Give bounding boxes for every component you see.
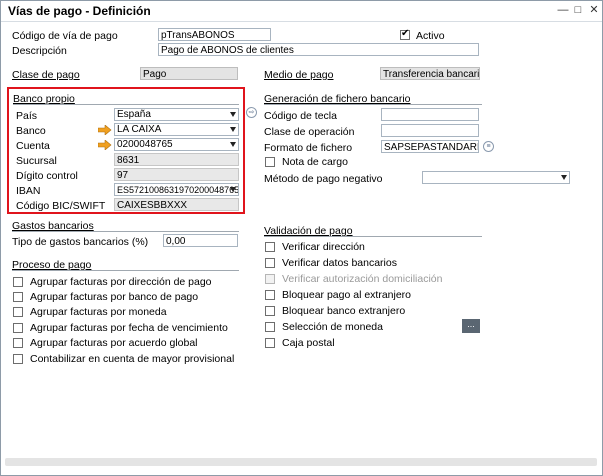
clase-pago-field: Pago	[140, 67, 238, 80]
tecla-field[interactable]	[381, 108, 479, 121]
chevron-down-icon	[561, 175, 567, 180]
validacion-checkbox[interactable]	[265, 306, 275, 316]
horizontal-scrollbar[interactable]	[5, 458, 597, 466]
nota-cargo-label: Nota de cargo	[282, 156, 348, 168]
tipo-gastos-label: Tipo de gastos bancarios (%)	[12, 236, 149, 248]
tecla-label: Código de tecla	[264, 110, 337, 122]
proceso-item-label: Agrupar facturas por acuerdo global	[30, 337, 198, 349]
formato-label: Formato de fichero	[264, 142, 353, 154]
descripcion-label: Descripción	[12, 45, 67, 57]
validacion-checkbox[interactable]	[265, 258, 275, 268]
codigo-label: Código de vía de pago	[12, 30, 118, 42]
maximize-icon[interactable]: □	[571, 3, 585, 17]
gastos-divider	[12, 231, 239, 232]
proceso-item-label: Contabilizar en cuenta de mayor provisio…	[30, 353, 235, 365]
proceso-checkbox[interactable]	[13, 292, 23, 302]
tipo-gastos-field[interactable]: 0,00	[163, 234, 238, 247]
proceso-checkbox[interactable]	[13, 323, 23, 333]
codigo-field[interactable]: pTransABONOS	[158, 28, 271, 41]
validacion-item-label: Verificar dirección	[282, 241, 365, 253]
list-icon[interactable]: ≡	[483, 141, 494, 152]
title-bar: Vías de pago - Definición — □ ✕	[1, 1, 602, 22]
negativo-label: Método de pago negativo	[264, 173, 383, 185]
close-icon[interactable]: ✕	[587, 3, 601, 17]
proceso-item-label: Agrupar facturas por moneda	[30, 306, 167, 318]
proceso-checkbox[interactable]	[13, 277, 23, 287]
medio-pago-field: Transferencia bancaria	[380, 67, 480, 80]
validacion-divider	[264, 236, 482, 237]
proceso-checkbox[interactable]	[13, 354, 23, 364]
moneda-select-button[interactable]: ...	[462, 319, 480, 333]
validacion-item-label: Selección de moneda	[282, 321, 383, 333]
payment-method-window: Vías de pago - Definición — □ ✕ Código d…	[0, 0, 603, 476]
validacion-checkbox[interactable]	[265, 242, 275, 252]
activo-checkbox[interactable]: ✔	[400, 28, 410, 40]
validacion-item-label: Verificar autorización domiciliación	[282, 273, 443, 285]
check-icon: ✔	[401, 28, 410, 39]
formato-field[interactable]: SAPSEPASTANDARD	[381, 140, 479, 153]
medio-pago-label: Medio de pago	[264, 69, 334, 81]
link-arrow-icon[interactable]: ⇨	[246, 107, 257, 118]
validacion-checkbox[interactable]	[265, 338, 275, 348]
proceso-item-label: Agrupar facturas por banco de pago	[30, 291, 199, 303]
validacion-item-label: Verificar datos bancarios	[282, 257, 397, 269]
descripcion-field[interactable]: Pago de ABONOS de clientes	[158, 43, 479, 56]
window-title: Vías de pago - Definición	[8, 4, 151, 18]
fichero-divider	[264, 104, 482, 105]
minimize-icon[interactable]: —	[556, 3, 570, 17]
validacion-checkbox[interactable]	[265, 322, 275, 332]
proceso-item-label: Agrupar facturas por fecha de vencimient…	[30, 322, 228, 334]
validacion-checkbox[interactable]	[265, 290, 275, 300]
negativo-dropdown[interactable]	[422, 171, 570, 184]
validacion-item-label: Bloquear banco extranjero	[282, 305, 406, 317]
operacion-label: Clase de operación	[264, 126, 355, 138]
operacion-field[interactable]	[381, 124, 479, 137]
activo-label: Activo	[416, 30, 445, 42]
proceso-item-label: Agrupar facturas por dirección de pago	[30, 276, 212, 288]
proceso-checkbox[interactable]	[13, 338, 23, 348]
clase-pago-label: Clase de pago	[12, 69, 80, 81]
highlight-frame	[7, 87, 245, 214]
proceso-divider	[12, 270, 239, 271]
validacion-item-label: Bloquear pago al extranjero	[282, 289, 412, 301]
validacion-item-label: Caja postal	[282, 337, 335, 349]
nota-cargo-checkbox[interactable]	[265, 157, 275, 167]
proceso-checkbox[interactable]	[13, 307, 23, 317]
validacion-checkbox-disabled	[265, 274, 275, 284]
